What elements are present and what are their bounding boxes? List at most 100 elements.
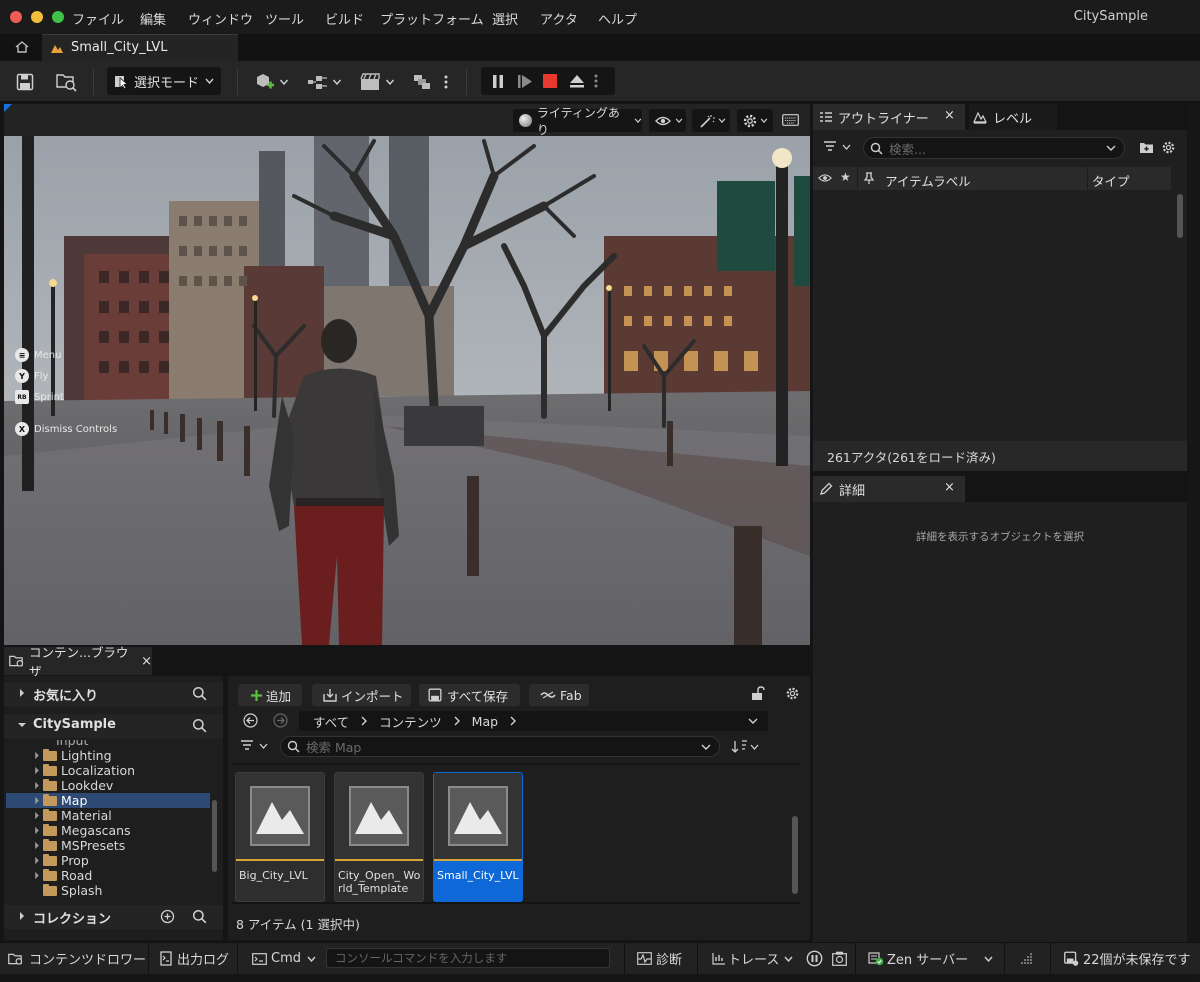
close-icon[interactable]: × [141, 654, 152, 669]
folder-tree-item[interactable]: Localization [34, 763, 135, 778]
lock-icon[interactable] [751, 686, 765, 701]
add-actor-button[interactable] [254, 71, 289, 93]
history-dropdown-icon[interactable] [748, 718, 758, 724]
gear-icon[interactable] [1161, 140, 1176, 155]
menu-edit[interactable]: 編集 [140, 9, 166, 28]
visibility-eye-icon[interactable] [818, 173, 832, 183]
asset-search-input[interactable]: 検索 Map [280, 736, 720, 757]
fab-button[interactable]: Fab [529, 684, 589, 706]
trace-dropdown[interactable]: トレース [712, 943, 793, 974]
breadcrumb-content[interactable]: コンテンツ [379, 712, 442, 731]
citysample-section[interactable]: CitySample [4, 714, 223, 738]
forward-arrow-icon[interactable] [273, 713, 288, 728]
filter-dropdown[interactable] [823, 141, 853, 153]
folder-tree-item[interactable]: Lookdev [34, 778, 113, 793]
folder-tree-item[interactable]: Megascans [34, 823, 131, 838]
tab-small-city-lvl[interactable]: Small_City_LVL [42, 34, 238, 61]
unsaved-assets-button[interactable]: 22個が未保存です [1063, 943, 1191, 974]
level-viewport[interactable]: ≡ Menu Y Fly RB Sprint X Dismiss Controls [4, 136, 810, 645]
outliner-scrollbar[interactable] [1177, 194, 1183, 238]
mode-select-dropdown[interactable]: 選択モード [107, 67, 221, 95]
breadcrumb-all[interactable]: すべて [313, 712, 349, 731]
pin-icon[interactable] [864, 172, 874, 185]
add-button[interactable]: 追加 [238, 684, 302, 706]
menu-window[interactable]: ウィンドウ [188, 9, 253, 28]
content-browser-open-icon[interactable] [56, 71, 78, 93]
stop-button[interactable] [543, 74, 557, 88]
maximize-window-button[interactable] [52, 11, 64, 23]
folder-tree-item[interactable]: Prop [34, 853, 89, 868]
folder-tree-item[interactable]: Lighting [34, 748, 112, 763]
search-icon[interactable] [192, 909, 207, 924]
collections-section[interactable]: コレクション [4, 905, 223, 929]
cinematics-button[interactable] [360, 71, 395, 93]
screenshot-icon[interactable] [832, 951, 847, 966]
performance-dropdown[interactable] [692, 109, 730, 132]
save-icon[interactable] [16, 71, 34, 93]
breadcrumb-map[interactable]: Map [472, 714, 498, 729]
save-all-button[interactable]: すべて保存 [419, 684, 520, 706]
keyboard-icon[interactable] [782, 114, 799, 126]
filter-dropdown[interactable] [240, 740, 270, 752]
lighting-mode-dropdown[interactable]: ライティングあり [513, 106, 642, 137]
record-trace-icon[interactable] [806, 950, 823, 967]
menu-platforms[interactable]: プラットフォーム [380, 9, 484, 28]
menu-tools[interactable]: ツール [265, 9, 304, 28]
back-arrow-icon[interactable] [243, 713, 258, 728]
folder-tree-item[interactable]: Road [34, 868, 92, 883]
step-frame-button[interactable] [517, 74, 533, 89]
blueprint-button[interactable] [307, 71, 342, 93]
minimize-window-button[interactable] [31, 11, 43, 23]
menu-actor[interactable]: アクタ [540, 9, 578, 28]
viewport-options-marker[interactable] [4, 104, 12, 112]
new-folder-icon[interactable] [1139, 141, 1154, 154]
outliner-search-input[interactable]: 検索... [863, 137, 1125, 159]
platforms-icon[interactable] [412, 71, 432, 93]
close-icon[interactable]: × [944, 108, 955, 123]
pause-button[interactable] [492, 74, 504, 89]
folder-tree-item-selected[interactable]: Map [34, 793, 87, 808]
menu-select[interactable]: 選択 [492, 9, 518, 28]
folder-tree-item-partial[interactable]: Input [56, 740, 88, 748]
output-log-button[interactable]: 出力ログ [160, 943, 229, 974]
show-flags-dropdown[interactable] [649, 109, 686, 132]
zen-server-dropdown[interactable]: Zen サーバー [868, 943, 993, 974]
asset-scrollbar[interactable] [792, 816, 798, 894]
folder-tree-scrollbar[interactable] [212, 800, 217, 872]
menu-build[interactable]: ビルド [325, 9, 364, 28]
folder-tree-item[interactable]: MSPresets [34, 838, 125, 853]
tab-levels[interactable]: レベル [969, 104, 1057, 130]
menu-file[interactable]: ファイル [72, 9, 124, 28]
gear-icon[interactable] [785, 686, 800, 701]
tab-outliner[interactable]: アウトライナー × [813, 104, 965, 130]
folder-tree-item[interactable]: Splash [43, 883, 102, 898]
home-icon[interactable] [14, 39, 30, 55]
asset-tile[interactable]: City_Open_ World_Template [334, 772, 424, 902]
search-icon[interactable] [192, 686, 207, 701]
folder-tree-item[interactable]: Material [34, 808, 112, 823]
favorites-section[interactable]: お気に入り [4, 682, 223, 706]
asset-tile[interactable]: Big_City_LVL [235, 772, 325, 902]
column-type[interactable]: タイプ [1092, 171, 1130, 190]
console-command-input[interactable]: コンソールコマンドを入力します [326, 948, 610, 968]
close-window-button[interactable] [10, 11, 22, 23]
asset-tile-selected[interactable]: Small_City_LVL [433, 772, 523, 902]
star-icon[interactable]: ★ [840, 170, 851, 184]
viewport-settings-dropdown[interactable] [737, 109, 773, 132]
tab-details[interactable]: 詳細 × [813, 476, 965, 502]
search-icon[interactable] [192, 718, 207, 733]
diagnostics-button[interactable]: 診断 [637, 943, 682, 974]
sort-dropdown[interactable] [731, 740, 761, 753]
menu-help[interactable]: ヘルプ [598, 9, 637, 28]
more-options-icon[interactable] [444, 71, 448, 93]
add-collection-icon[interactable] [160, 909, 175, 924]
tab-content-browser[interactable]: コンテン...ブラウザ × [4, 645, 152, 679]
cmd-dropdown[interactable]: Cmd [252, 943, 316, 974]
column-item-label[interactable]: アイテムラベル [885, 171, 971, 190]
content-drawer-button[interactable]: コンテンツドロワー [8, 943, 146, 974]
derived-data-icon[interactable] [1020, 952, 1034, 965]
play-options-icon[interactable] [594, 73, 598, 89]
eject-button[interactable] [569, 74, 585, 88]
import-button[interactable]: インポート [312, 684, 411, 706]
close-icon[interactable]: × [944, 480, 955, 495]
